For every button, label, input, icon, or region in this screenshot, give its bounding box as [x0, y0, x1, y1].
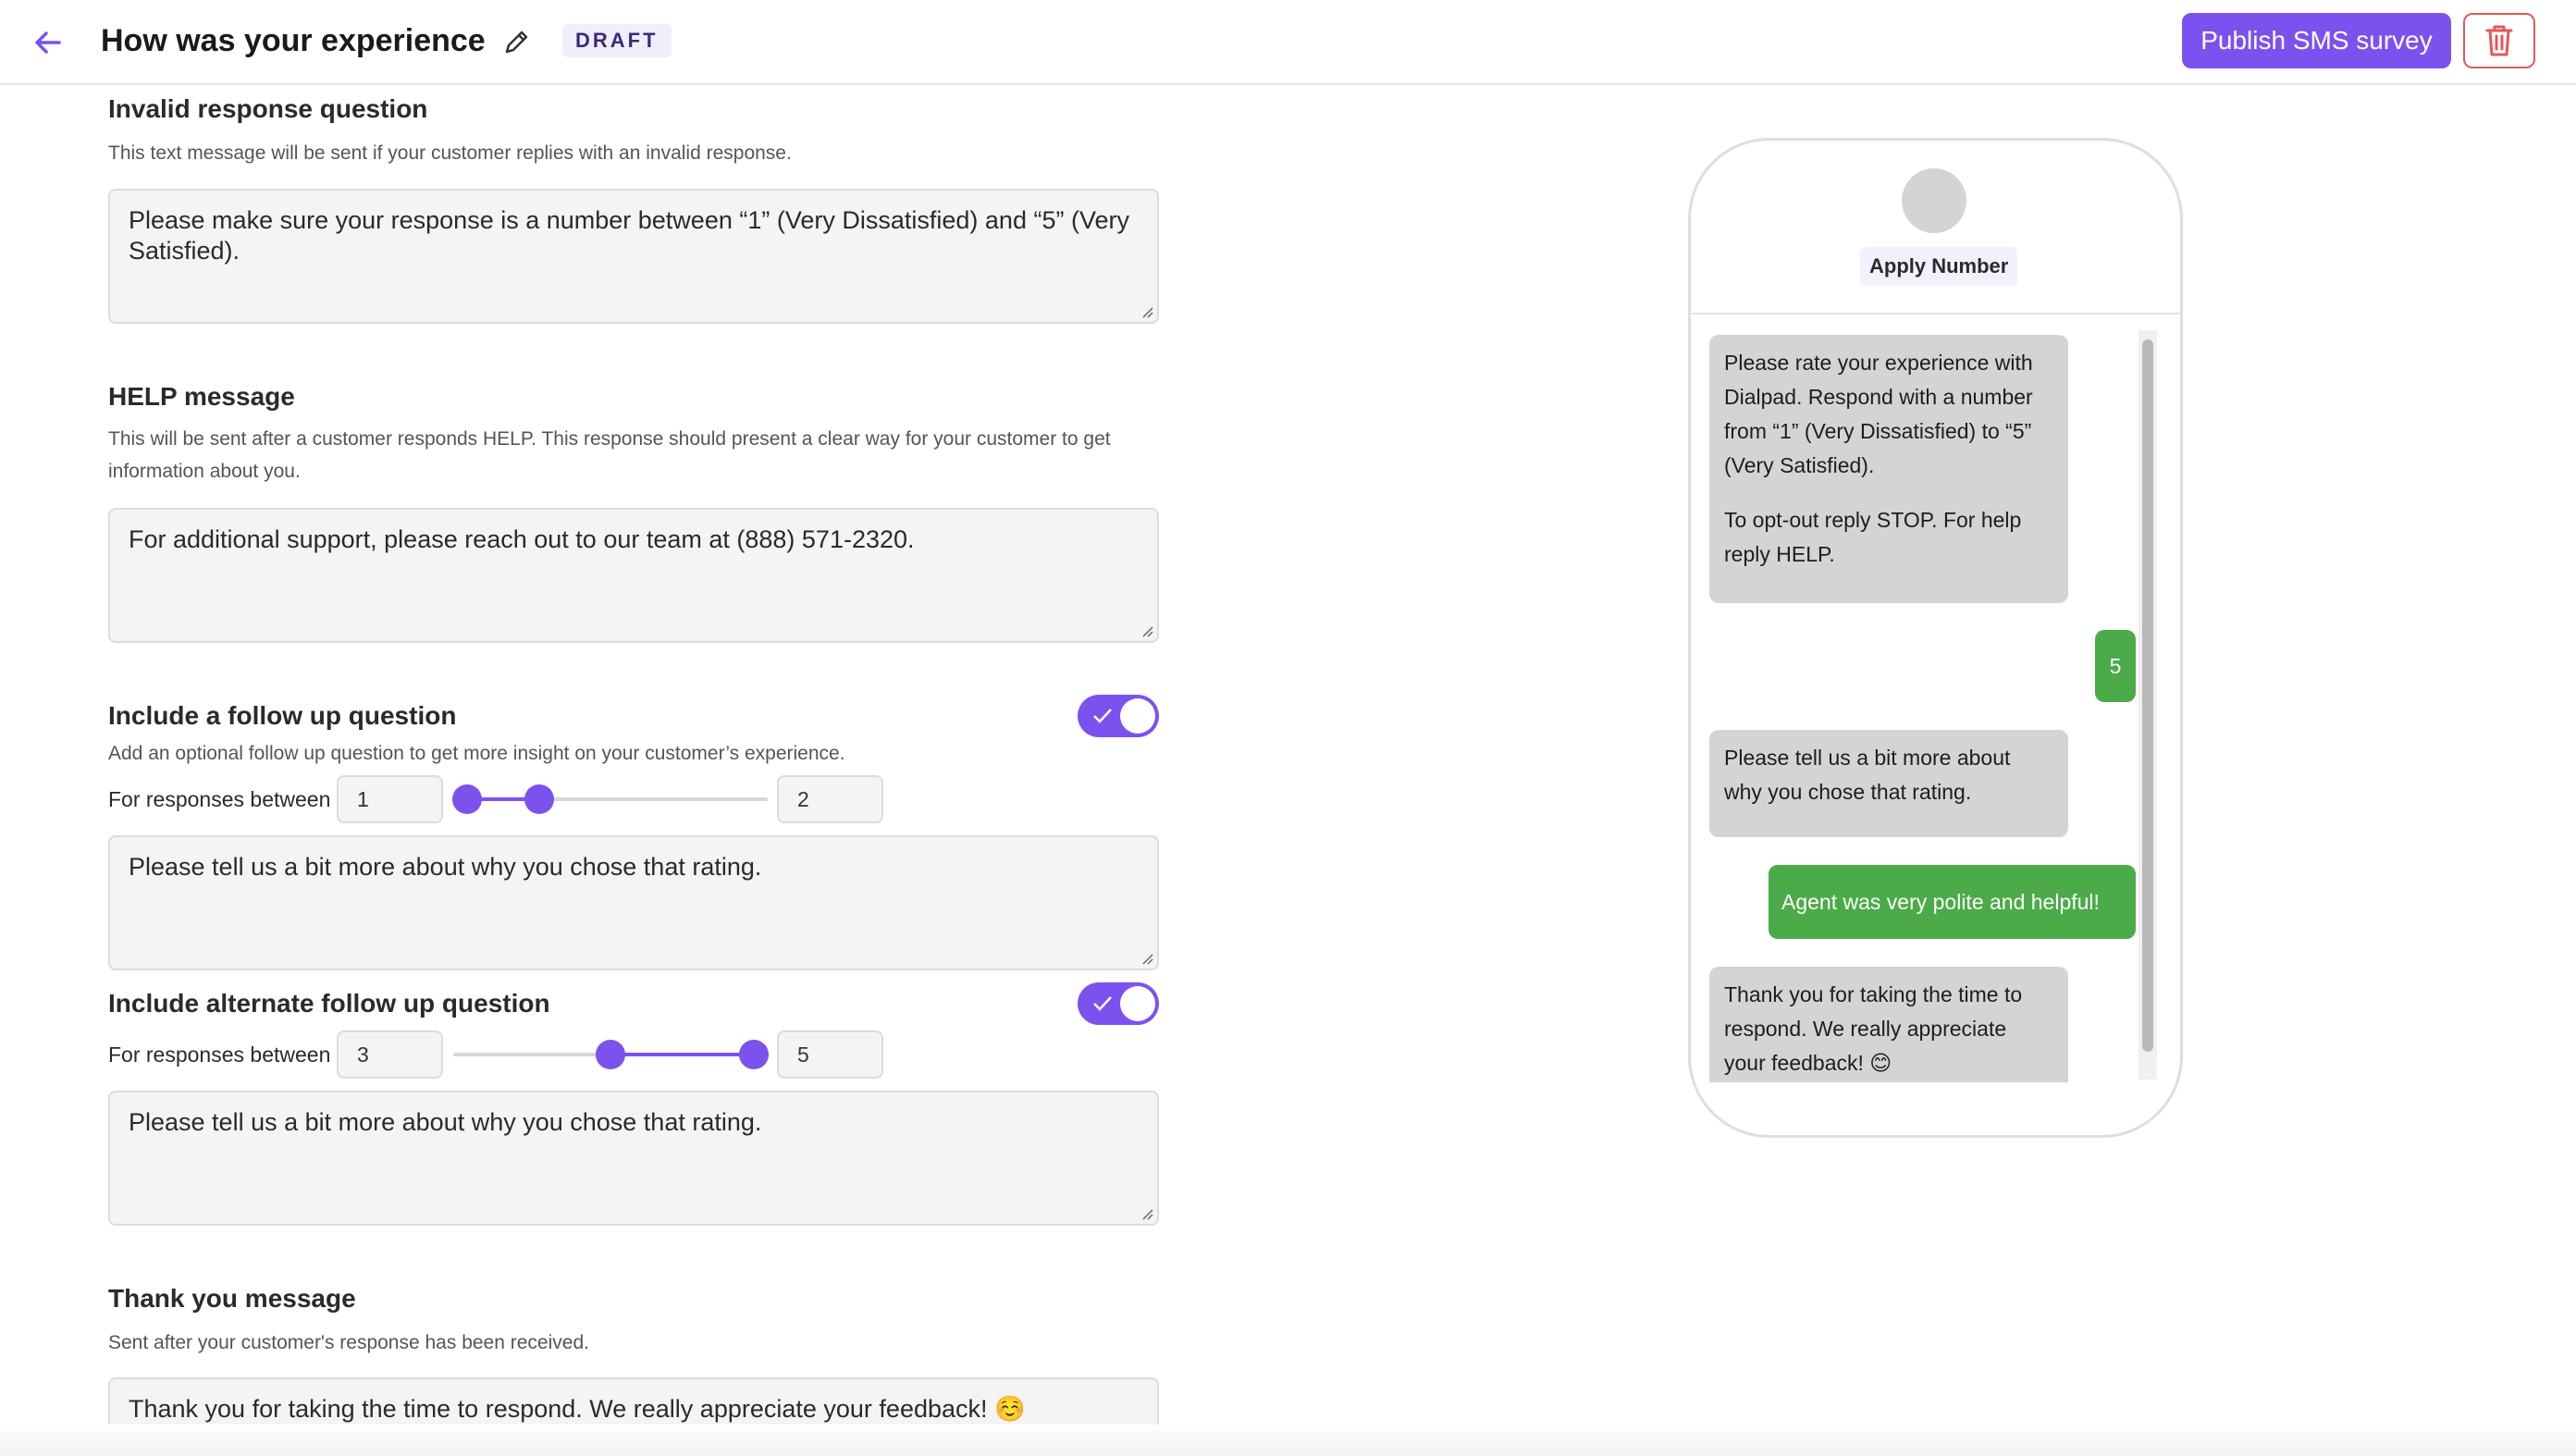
publish-button[interactable]: Publish SMS survey [2182, 13, 2451, 68]
trash-icon [2485, 25, 2513, 56]
check-icon [1093, 709, 1112, 723]
message-text: Please rate your experience with Dialpad… [1724, 351, 2033, 477]
scrollbar-thumb[interactable] [2142, 339, 2153, 1052]
toggle-knob [1120, 698, 1155, 734]
help-message-text: For additional support, please reach out… [129, 525, 915, 553]
resize-grip-icon[interactable] [1139, 1205, 1153, 1220]
page-title: How was your experience [101, 23, 486, 58]
follow-up-textarea[interactable]: Please tell us a bit more about why you … [108, 835, 1159, 970]
alternate-range-label: For responses between [108, 1043, 331, 1067]
alternate-max-thumb[interactable] [739, 1040, 769, 1069]
invalid-response-title: Invalid response question [108, 94, 428, 123]
alternate-follow-up-text: Please tell us a bit more about why you … [129, 1108, 762, 1136]
edit-title-button[interactable] [498, 24, 535, 61]
thank-you-text: Thank you for taking the time to respond… [129, 1395, 1026, 1423]
arrow-left-icon [35, 31, 61, 54]
resize-grip-icon[interactable] [1139, 623, 1153, 637]
page-bottom-edge [0, 1425, 2576, 1456]
resize-grip-icon[interactable] [1139, 303, 1153, 318]
top-bar: How was your experience DRAFT Publish SM… [0, 0, 2576, 85]
sms-preview-phone: Apply Number Please rate your experience… [1688, 138, 2183, 1138]
message-bubble-incoming: Please rate your experience with Dialpad… [1709, 335, 2068, 603]
back-button[interactable] [26, 20, 70, 65]
pencil-icon [505, 31, 528, 54]
status-badge: DRAFT [562, 24, 672, 57]
alternate-follow-up-title: Include alternate follow up question [108, 989, 550, 1018]
alternate-max-input[interactable]: 5 [777, 1030, 883, 1079]
thank-you-title: Thank you message [108, 1284, 356, 1313]
follow-up-title: Include a follow up question [108, 701, 457, 730]
message-bubble-outgoing: 5 [2095, 630, 2136, 702]
follow-up-min-input[interactable]: 1 [337, 775, 443, 823]
check-icon [1093, 996, 1112, 1011]
avatar [1902, 168, 1966, 233]
follow-up-max-input[interactable]: 2 [777, 775, 883, 823]
apply-number-label[interactable]: Apply Number [1860, 247, 2018, 286]
follow-up-min-thumb[interactable] [452, 784, 482, 814]
alternate-min-thumb[interactable] [596, 1040, 625, 1069]
invalid-response-textarea[interactable]: Please make sure your response is a numb… [108, 189, 1159, 324]
message-thread: Please rate your experience with Dialpad… [1691, 315, 2180, 1135]
alternate-range-fill [610, 1053, 754, 1056]
resize-grip-icon[interactable] [1139, 950, 1153, 965]
follow-up-text: Please tell us a bit more about why you … [129, 853, 762, 881]
delete-button[interactable] [2463, 13, 2535, 68]
follow-up-toggle[interactable] [1078, 695, 1159, 737]
follow-up-range-label: For responses between [108, 787, 331, 811]
help-message-description: This will be sent after a customer respo… [108, 428, 1111, 482]
message-bubble-outgoing: Agent was very polite and helpful! [1769, 865, 2136, 939]
follow-up-max-thumb[interactable] [524, 784, 554, 814]
phone-bottom-bezel [1691, 1082, 2180, 1135]
invalid-response-description: This text message will be sent if your c… [108, 142, 792, 164]
toggle-knob [1120, 986, 1155, 1021]
help-message-textarea[interactable]: For additional support, please reach out… [108, 508, 1159, 643]
thank-you-description: Sent after your customer's response has … [108, 1332, 589, 1353]
follow-up-description: Add an optional follow up question to ge… [108, 743, 845, 764]
message-text: To opt-out reply STOP. For help reply HE… [1724, 508, 2022, 566]
alternate-follow-up-textarea[interactable]: Please tell us a bit more about why you … [108, 1091, 1159, 1226]
help-message-title: HELP message [108, 382, 295, 411]
message-bubble-incoming: Please tell us a bit more about why you … [1709, 730, 2068, 837]
alternate-min-input[interactable]: 3 [337, 1030, 443, 1079]
invalid-response-text: Please make sure your response is a numb… [129, 206, 1129, 265]
alternate-follow-up-toggle[interactable] [1078, 982, 1159, 1025]
